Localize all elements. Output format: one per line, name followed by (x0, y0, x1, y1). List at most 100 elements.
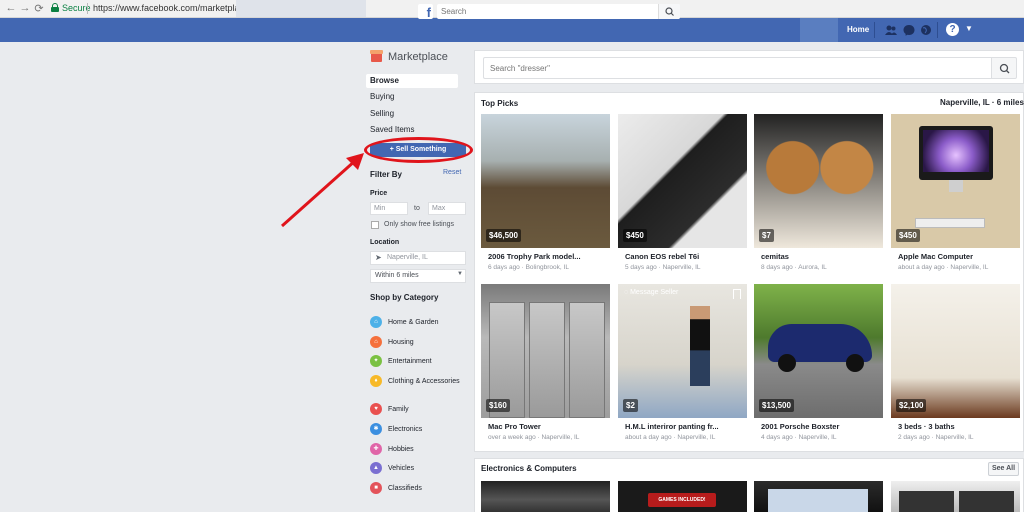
redacted-url-area (236, 0, 366, 17)
listing-title[interactable]: 2006 Trophy Park model... (488, 252, 581, 261)
listing-title[interactable]: cemitas (761, 252, 789, 261)
account-menu-caret-icon[interactable]: ▼ (965, 24, 973, 33)
facebook-logo[interactable]: f (418, 4, 433, 19)
marketplace-search-button[interactable] (991, 57, 1017, 79)
listing-price: $13,500 (759, 399, 794, 412)
listing-card[interactable]: $13,500 2001 Porsche Boxster 4 days ago · … (754, 284, 883, 446)
max-price-input[interactable]: Max (428, 202, 466, 215)
listing-price: $450 (623, 229, 647, 242)
heart-icon: ♥ (370, 403, 382, 415)
marketplace-icon (370, 50, 383, 62)
facebook-search-input[interactable] (437, 4, 657, 19)
price-title: Price (370, 190, 388, 197)
listing-meta: about a day ago · Naperville, IL (898, 264, 989, 271)
listing-price: $450 (896, 229, 920, 242)
listing-card[interactable]: $160 Mac Pro Tower over a week ago · Naper… (481, 284, 610, 446)
bulb-icon: ✱ (370, 423, 382, 435)
facebook-top-bar (0, 18, 1024, 42)
house-icon: ⌂ (370, 336, 382, 348)
url-divider (87, 3, 88, 14)
friend-requests-icon[interactable] (885, 24, 897, 36)
header-divider (874, 22, 875, 38)
listing-photo[interactable]: $450 (618, 114, 747, 248)
top-picks-location[interactable]: Naperville, IL · 6 miles (940, 98, 1024, 107)
listing-photo[interactable]: $160 (481, 284, 610, 418)
sidebar-item-saved-items[interactable]: Saved Items (366, 123, 458, 137)
listing-title[interactable]: Apple Mac Computer (898, 252, 973, 261)
facebook-search-box (437, 4, 680, 19)
category-label: Family (388, 406, 409, 413)
listing-price: $2 (623, 399, 638, 412)
listing-meta: 4 days ago · Naperville, IL (761, 434, 837, 441)
category-label: Vehicles (388, 465, 415, 472)
filter-by-title: Filter By (370, 170, 403, 179)
listing-photo[interactable]: $450 (891, 114, 1020, 248)
listing-photo[interactable]: $13,500 (754, 284, 883, 418)
location-arrow-icon: ➤ (375, 253, 382, 262)
red-highlight-circle (364, 137, 473, 163)
reload-icon[interactable]: ⟳ (32, 2, 46, 15)
sidebar-item-selling[interactable]: Selling (366, 107, 458, 121)
electronics-thumbnail[interactable] (754, 481, 883, 512)
sidebar-item-browse[interactable]: Browse (366, 74, 458, 88)
reset-filters-link[interactable]: Reset (443, 169, 461, 176)
electronics-thumbnail[interactable] (891, 481, 1020, 512)
help-icon[interactable]: ? (946, 23, 959, 36)
bookmark-icon[interactable] (733, 289, 741, 299)
listing-card[interactable]: $7 cemitas 8 days ago · Aurora, IL (754, 114, 883, 276)
facebook-search-button[interactable] (658, 4, 680, 19)
listing-photo[interactable]: $7 (754, 114, 883, 248)
sidebar-item-buying[interactable]: Buying (366, 90, 458, 104)
marketplace-search-card (474, 50, 1024, 84)
listing-meta: 6 days ago · Bolingbrook, IL (488, 264, 569, 271)
radius-select[interactable]: Within 6 miles (370, 269, 466, 283)
search-icon (999, 63, 1010, 74)
header-divider (937, 22, 938, 38)
category-label: Clothing & Accessories (388, 378, 460, 385)
listing-title[interactable]: H.M.L interiror panting fr... (625, 422, 719, 431)
listing-card[interactable]: $2,100 3 beds · 3 baths 2 days ago · Naper… (891, 284, 1020, 446)
shirt-icon: ♦ (370, 375, 382, 387)
see-all-button[interactable]: See All (988, 462, 1019, 476)
shop-by-category-title: Shop by Category (370, 293, 439, 302)
messenger-icon[interactable] (903, 24, 915, 36)
electronics-section-title: Electronics & Computers (481, 464, 577, 473)
back-arrow-icon[interactable]: ← (4, 2, 18, 14)
free-listings-checkbox[interactable] (371, 221, 379, 229)
listing-price: $7 (759, 229, 774, 242)
listing-price: $160 (486, 399, 510, 412)
listing-photo[interactable]: ◌ Message Seller $2 (618, 284, 747, 418)
location-title: Location (370, 239, 400, 246)
category-label: Hobbies (388, 446, 414, 453)
address-bar-url[interactable]: https://www.facebook.com/marketplace/ (93, 3, 252, 13)
notifications-globe-icon[interactable] (920, 24, 932, 36)
marketplace-search-input[interactable] (483, 57, 991, 79)
category-label: Entertainment (388, 358, 432, 365)
red-annotation-arrow (281, 153, 364, 228)
listing-title[interactable]: Mac Pro Tower (488, 422, 541, 431)
listing-card[interactable]: $450 Canon EOS rebel T6i 5 days ago · Nape… (618, 114, 747, 276)
location-input[interactable]: Naperville, IL (370, 251, 466, 265)
electronics-thumbnail[interactable]: GAMES INCLUDED! (618, 481, 747, 512)
listing-title[interactable]: 2001 Porsche Boxster (761, 422, 839, 431)
listing-meta: about a day ago · Naperville, IL (625, 434, 716, 441)
redacted-profile-area (800, 18, 838, 42)
listing-price: $2,100 (896, 399, 927, 412)
min-price-input[interactable]: Min (370, 202, 408, 215)
listing-photo[interactable]: $2,100 (891, 284, 1020, 418)
listing-title[interactable]: 3 beds · 3 baths (898, 422, 955, 431)
listing-title[interactable]: Canon EOS rebel T6i (625, 252, 699, 261)
category-label: Home & Garden (388, 319, 439, 326)
message-seller-button[interactable]: ◌ Message Seller (624, 289, 678, 296)
ticket-icon: ✦ (370, 355, 382, 367)
electronics-thumbnail[interactable] (481, 481, 610, 512)
listing-photo[interactable]: $46,500 (481, 114, 610, 248)
car-icon: ▲ (370, 462, 382, 474)
marketplace-title: Marketplace (388, 51, 448, 63)
forward-arrow-icon[interactable]: → (18, 2, 32, 14)
listing-card[interactable]: ◌ Message Seller $2 H.M.L interiror pantin… (618, 284, 747, 446)
thumbnail-caption: GAMES INCLUDED! (648, 493, 716, 507)
home-link[interactable]: Home (847, 25, 869, 34)
listing-card[interactable]: $46,500 2006 Trophy Park model... 6 days a… (481, 114, 610, 276)
listing-card[interactable]: $450 Apple Mac Computer about a day ago · … (891, 114, 1020, 276)
